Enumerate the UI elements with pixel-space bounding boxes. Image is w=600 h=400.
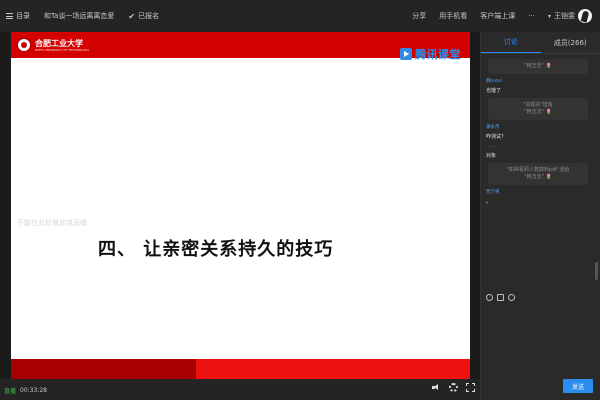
client-class-button[interactable]: 客户端上课 xyxy=(480,11,515,21)
chat-nickname[interactable]: 魏hotel xyxy=(486,78,590,84)
more-button[interactable]: ··· xyxy=(528,12,535,20)
chat-text: 。 xyxy=(486,199,492,205)
tencent-classroom-brand: 腾讯课堂 xyxy=(400,46,461,62)
share-button[interactable]: 分享 xyxy=(412,11,426,21)
enrolled-status: ✔ 已报名 xyxy=(128,11,159,21)
avatar[interactable] xyxy=(578,9,592,23)
check-icon: ✔ xyxy=(128,11,136,21)
panel-tabs: 讨论 成员(266) xyxy=(481,32,600,54)
gift-sender: "高超宗"送给 xyxy=(523,102,553,108)
flower-gift-icon[interactable] xyxy=(508,294,515,301)
live-status: 直播 00:33:28 xyxy=(4,386,47,395)
catalog-label: 目录 xyxy=(16,12,30,20)
flower-icon: 🌷 xyxy=(545,174,552,180)
gift-target: "韩玉洁" xyxy=(524,63,544,69)
chat-input[interactable] xyxy=(481,304,600,379)
catalog-button[interactable]: 目录 xyxy=(6,11,30,21)
chat-nickname[interactable]: 蒲永杰 xyxy=(486,124,590,130)
menu-icon xyxy=(6,13,13,19)
player-icons xyxy=(432,383,475,392)
elapsed-time: 00:33:28 xyxy=(20,387,47,394)
side-panel: 讨论 成员(266) "韩玉洁" 🌷 魏hotel 也饿了 "高超宗"送给 "韩… xyxy=(480,32,600,400)
top-bar: 目录 和Ta谈一场远离离恋爱 ✔ 已报名 分享 用手机看 客户端上课 ··· ▾… xyxy=(0,0,600,32)
caret-down-icon: ▾ xyxy=(547,12,551,20)
chat-message: 魏hotel 也饿了 xyxy=(486,78,590,94)
university-name-en: HEFEI UNIVERSITY OF TECHNOLOGY xyxy=(35,47,90,52)
mobile-watch-button[interactable]: 用手机看 xyxy=(439,11,467,21)
top-bar-left: 目录 和Ta谈一场远离离恋爱 ✔ 已报名 xyxy=(0,11,159,21)
tab-members[interactable]: 成员(266) xyxy=(541,32,600,53)
slide-footer-accent xyxy=(11,359,196,379)
enrolled-label: 已报名 xyxy=(138,12,160,20)
volume-icon[interactable] xyxy=(432,383,441,392)
course-title: 和Ta谈一场远离离恋爱 xyxy=(44,12,115,20)
chat-message: …… 对象 xyxy=(486,144,590,159)
chat-text: 咋测试? xyxy=(486,134,504,140)
emoji-icon[interactable] xyxy=(486,294,493,301)
player-controls: 直播 00:33:28 xyxy=(0,379,480,400)
flower-icon: 🌷 xyxy=(545,109,552,115)
user-name: 王铠雯 xyxy=(554,12,575,20)
tab-discussion[interactable]: 讨论 xyxy=(481,32,541,53)
input-toolbar xyxy=(486,294,515,301)
play-logo-icon xyxy=(400,48,412,60)
app-window: 目录 和Ta谈一场远离离恋爱 ✔ 已报名 分享 用手机看 客户端上课 ··· ▾… xyxy=(0,0,600,400)
brand-name: 腾讯课堂 xyxy=(415,48,461,61)
video-stage[interactable]: 合肥工业大学 HEFEI UNIVERSITY OF TECHNOLOGY 腾讯… xyxy=(0,32,480,379)
send-button[interactable]: 发送 xyxy=(563,379,593,393)
chat-list[interactable]: "韩玉洁" 🌷 魏hotel 也饿了 "高超宗"送给 "韩玉洁" 🌷 蒲永杰 咋… xyxy=(481,55,595,312)
slide-title: 四、 让亲密关系持久的技巧 xyxy=(98,239,334,260)
gift-sender: "如得看网人数搞到pdt"送给 xyxy=(506,167,570,173)
chat-text: 也饿了 xyxy=(486,88,502,94)
image-icon[interactable] xyxy=(497,294,504,301)
chat-text: 对象 xyxy=(486,153,497,159)
presentation-slide: 合肥工业大学 HEFEI UNIVERSITY OF TECHNOLOGY 腾讯… xyxy=(11,32,470,379)
gift-notice: "如得看网人数搞到pdt"送给 "韩玉洁" 🌷 xyxy=(488,163,588,185)
fullscreen-icon[interactable] xyxy=(466,383,475,392)
gift-notice: "韩玉洁" 🌷 xyxy=(488,59,588,74)
gift-target: "韩玉洁" xyxy=(524,109,544,115)
chat-nickname[interactable]: …… xyxy=(486,144,590,149)
gift-notice: "高超宗"送给 "韩玉洁" 🌷 xyxy=(488,98,588,120)
chat-scrollbar[interactable] xyxy=(595,262,598,280)
slide-footer xyxy=(11,359,470,379)
chat-nickname[interactable]: 贾万夷 xyxy=(486,189,590,195)
live-badge: 直播 xyxy=(4,388,17,395)
chat-message: 贾万夷 。 xyxy=(486,189,590,205)
watermark: 不能在此处播放或直播 xyxy=(17,219,87,227)
university-name: 合肥工业大学 xyxy=(35,37,83,48)
flower-icon: 🌷 xyxy=(545,63,552,69)
university-logo: 合肥工业大学 HEFEI UNIVERSITY OF TECHNOLOGY xyxy=(35,37,90,52)
university-seal-icon xyxy=(17,38,31,52)
settings-gear-icon[interactable] xyxy=(449,383,458,392)
chat-message: 蒲永杰 咋测试? xyxy=(486,124,590,140)
user-menu[interactable]: ▾ 王铠雯 xyxy=(548,9,592,23)
gift-target: "韩玉洁" xyxy=(524,174,544,180)
top-bar-right: 分享 用手机看 客户端上课 ··· ▾ 王铠雯 xyxy=(412,9,600,23)
